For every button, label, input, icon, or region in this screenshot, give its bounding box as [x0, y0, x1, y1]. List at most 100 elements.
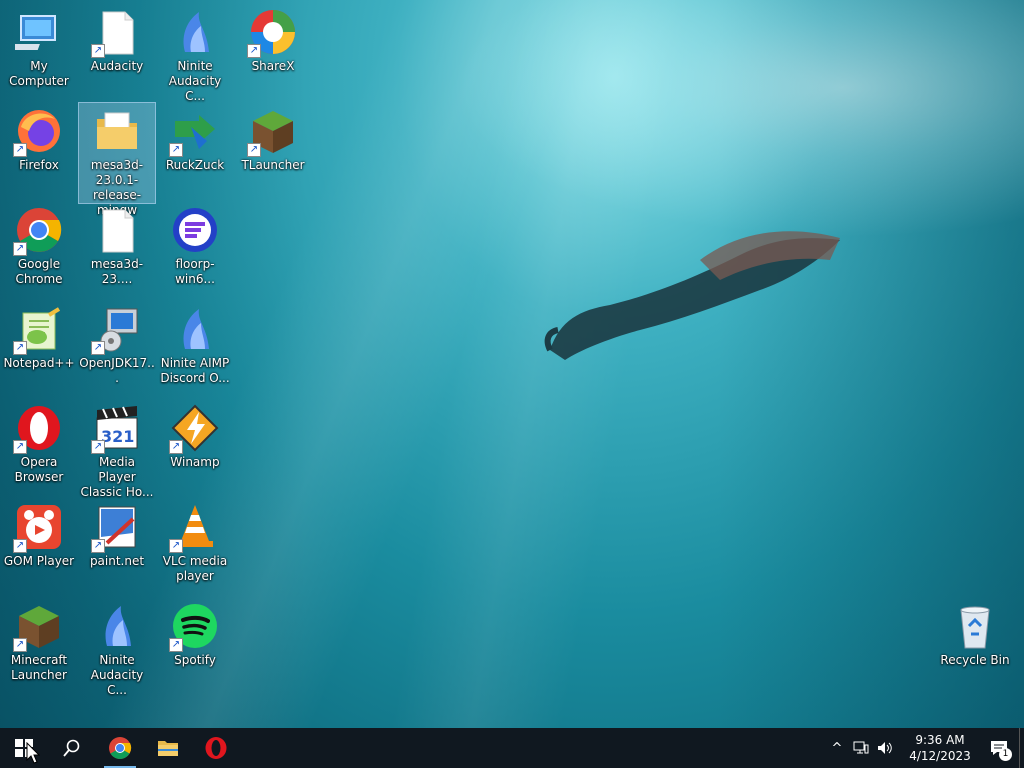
spotify-icon: ↗	[169, 602, 219, 652]
mpc-hc-icon: 321 ↗	[91, 404, 141, 454]
volume-icon	[878, 742, 892, 754]
desktop-icon-openjdk[interactable]: ↗ OpenJDK17...	[79, 301, 155, 386]
desktop-icon-sharex[interactable]: ↗ ShareX	[235, 4, 311, 74]
desktop-icon-label: VLC media player	[162, 554, 228, 583]
desktop-icon-ninite-audacity[interactable]: Ninite Audacity C...	[157, 4, 233, 104]
document-icon	[93, 206, 141, 254]
opera-icon: ↗	[13, 404, 63, 454]
desktop-icon-label: paint.net	[89, 554, 145, 568]
shortcut-arrow-icon: ↗	[91, 341, 105, 355]
desktop-icon-my-computer[interactable]: My Computer	[1, 4, 77, 89]
system-tray: ^ 9:36 AM 4/12/2023 1	[825, 728, 1024, 768]
desktop-icon-label: Google Chrome	[15, 257, 63, 286]
desktop-icon-label: Spotify	[174, 653, 216, 667]
ruckzuck-icon: ↗	[169, 107, 219, 157]
ninite-icon	[93, 602, 141, 650]
firefox-icon: ↗	[13, 107, 63, 157]
desktop-icon-tlauncher[interactable]: ↗ TLauncher	[235, 103, 311, 173]
desktop-icon-minecraft-launcher[interactable]: ↗ Minecraft Launcher	[1, 598, 77, 683]
document-icon: ↗	[91, 8, 141, 58]
desktop-icon-recycle-bin[interactable]: Recycle Bin	[937, 598, 1013, 668]
shortcut-arrow-icon: ↗	[169, 440, 183, 454]
ninite-icon	[171, 8, 219, 56]
show-hidden-icons-button[interactable]: ^	[825, 728, 849, 768]
desktop-icon-label: Minecraft Launcher	[10, 653, 68, 682]
wallpaper-diver	[544, 231, 840, 360]
desktop-icon-label: My Computer	[9, 59, 69, 88]
desktop-icon-paintnet[interactable]: ↗ paint.net	[79, 499, 155, 569]
clock[interactable]: 9:36 AM 4/12/2023	[907, 732, 973, 764]
desktop-icon-google-chrome[interactable]: ↗ Google Chrome	[1, 202, 77, 287]
svg-text:321: 321	[101, 427, 134, 446]
shortcut-arrow-icon: ↗	[13, 638, 27, 652]
desktop-icon-opera[interactable]: ↗ Opera Browser	[1, 400, 77, 485]
desktop-icon-ruckzuck[interactable]: ↗ RuckZuck	[157, 103, 233, 173]
start-button[interactable]	[0, 728, 48, 768]
opera-icon	[205, 737, 227, 759]
clock-time: 9:36 AM	[915, 733, 965, 747]
folder-icon	[158, 741, 178, 756]
sharex-icon: ↗	[247, 8, 297, 58]
shortcut-arrow-icon: ↗	[247, 44, 261, 58]
desktop-icon-label: Ninite AIMP Discord O...	[160, 356, 230, 385]
shortcut-arrow-icon: ↗	[91, 44, 105, 58]
desktop-icon-label: Ninite Audacity C...	[168, 59, 222, 103]
taskbar-opera-button[interactable]	[192, 728, 240, 768]
desktop-icon-label: Firefox	[19, 158, 59, 172]
minecraft-grass-icon: ↗	[247, 107, 297, 157]
shortcut-arrow-icon: ↗	[169, 539, 183, 553]
desktop-icon-winamp[interactable]: ↗ Winamp	[157, 400, 233, 470]
clock-date: 4/12/2023	[909, 749, 971, 763]
desktop-icon-label: Recycle Bin	[940, 653, 1010, 667]
folder-icon	[93, 107, 141, 155]
windows-logo-icon	[15, 739, 33, 757]
desktop-icon-ninite-aimp[interactable]: Ninite AIMP Discord O...	[157, 301, 233, 386]
desktop-icon-mesa3d-file[interactable]: mesa3d-23....	[79, 202, 155, 287]
search-button[interactable]	[48, 728, 96, 768]
installer-icon: ↗	[91, 305, 141, 355]
notification-count-badge: 1	[999, 748, 1012, 761]
desktop-icon-gom-player[interactable]: ↗ GOM Player	[1, 499, 77, 569]
ninite-icon	[171, 305, 219, 353]
taskbar: ^ 9:36 AM 4/12/2023 1	[0, 728, 1024, 768]
chrome-icon	[109, 737, 132, 759]
my-computer-icon	[11, 8, 63, 56]
desktop-icon-firefox[interactable]: ↗ Firefox	[1, 103, 77, 173]
desktop-icon-label: Notepad++	[3, 356, 75, 370]
shortcut-arrow-icon: ↗	[169, 638, 183, 652]
taskbar-file-explorer-button[interactable]	[144, 728, 192, 768]
desktop-icon-label: OpenJDK17...	[79, 356, 155, 385]
notepadpp-icon: ↗	[13, 305, 63, 355]
volume-button[interactable]	[873, 728, 897, 768]
desktop-icon-label: Media Player Classic Ho...	[80, 455, 154, 499]
paintnet-icon: ↗	[91, 503, 141, 553]
desktop-icon-vlc[interactable]: ↗ VLC media player	[157, 499, 233, 584]
shortcut-arrow-icon: ↗	[91, 440, 105, 454]
vlc-icon: ↗	[169, 503, 219, 553]
taskbar-chrome-button[interactable]	[96, 728, 144, 768]
chevron-up-icon: ^	[831, 740, 843, 756]
desktop-icon-mesa3d-folder[interactable]: mesa3d-23.0.1-release-mingw	[78, 102, 156, 217]
desktop-icon-label: Ninite Audacity C...	[90, 653, 144, 697]
minecraft-grass-icon: ↗	[13, 602, 63, 652]
network-button[interactable]	[849, 728, 873, 768]
desktop-icon-floorp[interactable]: floorp-win6...	[157, 202, 233, 287]
desktop-icon-spotify[interactable]: ↗ Spotify	[157, 598, 233, 668]
desktop-icon-label: Opera Browser	[14, 455, 64, 484]
desktop-icon-audacity[interactable]: ↗ Audacity	[79, 4, 155, 74]
shortcut-arrow-icon: ↗	[247, 143, 261, 157]
desktop-icon-notepadpp[interactable]: ↗ Notepad++	[1, 301, 77, 371]
desktop-icon-ninite-audacity-2[interactable]: Ninite Audacity C...	[79, 598, 155, 698]
desktop-icon-label: ShareX	[251, 59, 295, 73]
network-icon	[853, 741, 869, 754]
shortcut-arrow-icon: ↗	[169, 143, 183, 157]
shortcut-arrow-icon: ↗	[13, 440, 27, 454]
desktop-icon-mpc-hc[interactable]: 321 ↗ Media Player Classic Ho...	[79, 400, 155, 500]
shortcut-arrow-icon: ↗	[91, 539, 105, 553]
shortcut-arrow-icon: ↗	[13, 341, 27, 355]
desktop-icon-label: Audacity	[90, 59, 144, 73]
action-center-button[interactable]: 1	[979, 728, 1019, 768]
desktop-icon-label: TLauncher	[241, 158, 305, 172]
show-desktop-button[interactable]	[1019, 728, 1024, 768]
winamp-icon: ↗	[169, 404, 219, 454]
